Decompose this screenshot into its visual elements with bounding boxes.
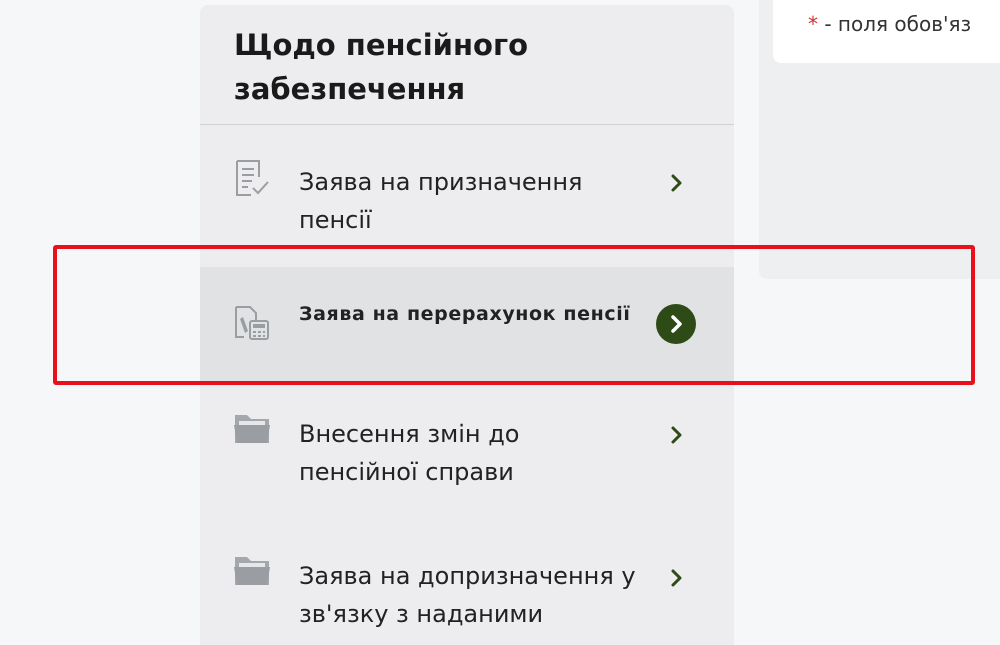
menu-item-label: Заява на призначення пенсії (299, 168, 583, 234)
chevron-right-icon (671, 426, 682, 444)
chevron-right-icon (671, 174, 682, 192)
chevron-right-circle-icon (656, 304, 696, 344)
menu-item-pension-application[interactable]: Заява на призначення пенсії (200, 140, 734, 267)
menu-item-pension-file-changes[interactable]: Внесення змін до пенсійної справи (200, 381, 734, 511)
menu-item-label: Заява на допризначення у зв'язку з надан… (299, 562, 636, 628)
pension-sidebar: Щодо пенсійного забезпечення Заява на пр… (200, 5, 734, 645)
sidebar-divider (200, 124, 734, 125)
required-fields-text: - поля обов'яз (818, 12, 972, 36)
menu-item-pension-supplementary[interactable]: Заява на допризначення у зв'язку з надан… (200, 511, 734, 645)
folder-icon (234, 415, 270, 443)
menu-item-pension-recalculation[interactable]: Заява на перерахунок пенсії (200, 267, 734, 381)
menu-item-label: Заява на перерахунок пенсії (299, 303, 631, 325)
sidebar-title: Щодо пенсійного забезпечення (234, 28, 529, 106)
menu-item-label: Внесення змін до пенсійної справи (299, 420, 520, 486)
required-star: * (808, 12, 818, 36)
required-fields-notice: * - поля обов'яз (773, 0, 1000, 63)
folder-icon (234, 557, 270, 585)
document-check-icon (236, 160, 269, 196)
chevron-right-icon (671, 569, 682, 587)
document-calculator-icon (235, 306, 269, 340)
